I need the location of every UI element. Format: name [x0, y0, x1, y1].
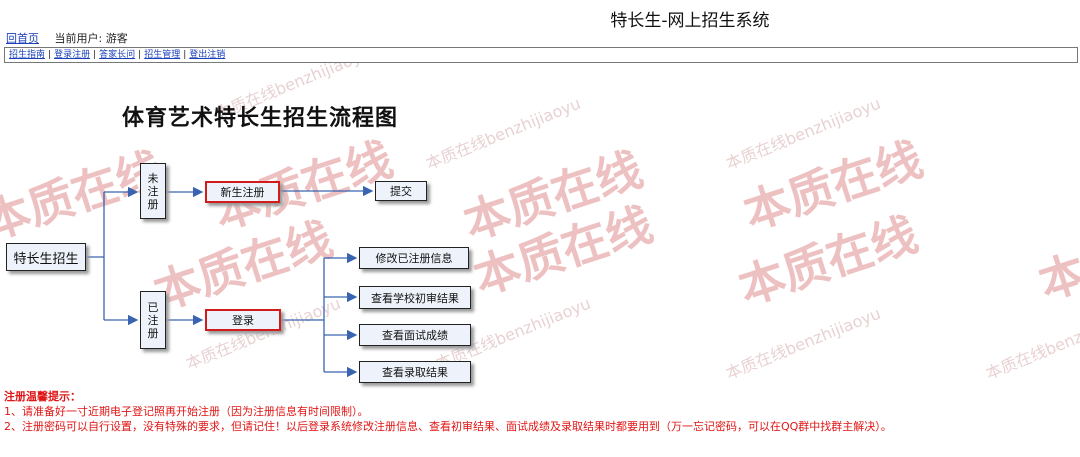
flow-unregistered: 未 注 册: [140, 163, 166, 219]
flow-action-initial-review: 查看学校初审结果: [359, 286, 471, 309]
flow-action-edit-info: 修改已注册信息: [359, 247, 469, 269]
flow-login: 登录: [205, 309, 281, 331]
notice-line: 2、注册密码可以自行设置，没有特殊的要求，但请记住！以后登录系统修改注册信息、查…: [4, 420, 892, 433]
flow-unregistered-char: 未: [147, 171, 159, 185]
flow-action-interview-score: 查看面试成绩: [359, 324, 471, 346]
flow-action-admission-result: 查看录取结果: [359, 361, 471, 383]
flow-new-register: 新生注册: [205, 181, 280, 203]
flow-registered: 已 注 册: [140, 291, 166, 349]
notice-heading: 注册温馨提示：: [4, 390, 81, 403]
flow-registered-char: 注: [147, 313, 159, 327]
flow-registered-char: 已: [147, 300, 159, 314]
flow-registered-char: 册: [147, 326, 159, 340]
flow-submit: 提交: [375, 181, 427, 201]
notice-line: 1、请准备好一寸近期电子登记照再开始注册（因为注册信息有时间限制）。: [4, 405, 369, 418]
flow-root: 特长生招生: [6, 243, 86, 271]
register-notice: 注册温馨提示： 1、请准备好一寸近期电子登记照再开始注册（因为注册信息有时间限制…: [4, 389, 892, 434]
flow-unregistered-char: 册: [147, 197, 159, 211]
flow-unregistered-char: 注: [147, 184, 159, 198]
